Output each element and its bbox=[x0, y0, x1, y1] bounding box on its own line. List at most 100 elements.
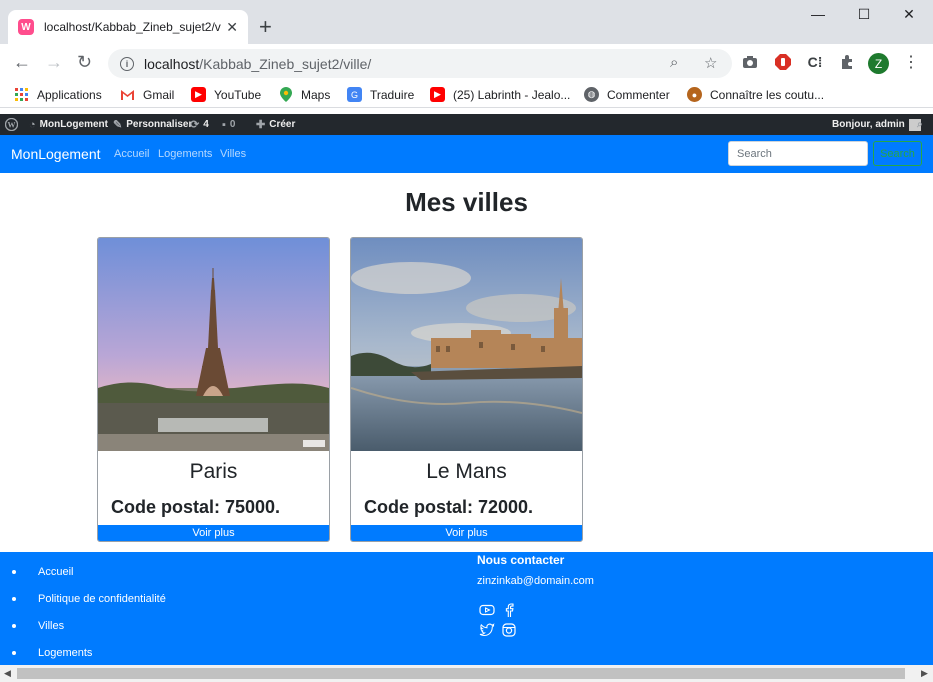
browser-tab[interactable]: W localhost/Kabbab_Zineb_sujet2/v ✕ bbox=[8, 10, 248, 44]
tab-close-icon[interactable]: ✕ bbox=[226, 19, 238, 36]
maximize-icon[interactable]: ☐ bbox=[849, 6, 879, 23]
globe-icon: ◍ bbox=[584, 87, 599, 102]
city-postal-code: Code postal: 75000. bbox=[111, 497, 281, 517]
youtube-icon[interactable] bbox=[479, 602, 495, 618]
bullet bbox=[12, 623, 16, 628]
bullet bbox=[12, 569, 16, 574]
bookmark-commenter[interactable]: ◍ Commenter bbox=[584, 87, 670, 102]
camera-extension-icon[interactable] bbox=[741, 53, 759, 71]
voir-plus-button[interactable]: Voir plus bbox=[98, 525, 329, 541]
gmail-icon bbox=[120, 87, 135, 102]
bookmark-applications[interactable]: Applications bbox=[14, 87, 102, 102]
footer-link-accueil[interactable]: Accueil bbox=[38, 566, 73, 578]
forward-icon[interactable]: → bbox=[45, 52, 63, 73]
site-info-icon[interactable]: i bbox=[120, 56, 134, 71]
footer-links: Accueil Politique de confidentialité Vil… bbox=[12, 558, 166, 666]
nav-link-villes[interactable]: Villes bbox=[220, 148, 246, 160]
minimize-icon[interactable]: — bbox=[803, 6, 833, 22]
menu-kebab-icon[interactable]: ⋮ bbox=[902, 53, 920, 71]
wp-comments-count: 0 bbox=[229, 119, 236, 130]
bookmark-connaitre[interactable]: ● Connaître les coutu... bbox=[687, 87, 824, 102]
plus-icon: ✚ bbox=[256, 119, 266, 131]
profile-avatar[interactable]: Z bbox=[868, 53, 889, 74]
city-name: Le Mans bbox=[426, 460, 507, 483]
le-mans-image bbox=[351, 238, 582, 451]
svg-text:W: W bbox=[8, 121, 16, 130]
bookmark-gmail[interactable]: Gmail bbox=[120, 87, 174, 102]
wp-updates-count: 4 bbox=[203, 119, 209, 130]
bookmark-maps[interactable]: Maps bbox=[278, 87, 330, 102]
footer-link-item: Accueil bbox=[12, 558, 166, 585]
contact-title: Nous contacter bbox=[477, 553, 565, 567]
instagram-icon[interactable] bbox=[501, 622, 517, 638]
wp-account[interactable]: Bonjour, admin bbox=[832, 114, 921, 135]
voir-plus-button[interactable]: Voir plus bbox=[351, 525, 582, 541]
extensions-puzzle-icon[interactable] bbox=[838, 53, 856, 71]
reload-icon[interactable]: ↻ bbox=[77, 52, 92, 73]
twitter-icon[interactable] bbox=[479, 622, 495, 638]
site-navbar: MonLogement Accueil Logements Villes Sea… bbox=[0, 135, 933, 173]
youtube-icon: ▶ bbox=[191, 87, 206, 102]
address-bar[interactable]: i localhost/Kabbab_Zineb_sujet2/ville/ ⌕… bbox=[108, 49, 732, 78]
nav-link-accueil[interactable]: Accueil bbox=[114, 148, 149, 160]
site-footer: Accueil Politique de confidentialité Vil… bbox=[0, 552, 933, 665]
wp-search-icon[interactable]: ⌕ bbox=[917, 114, 923, 135]
wordpress-logo-icon[interactable]: W bbox=[5, 114, 18, 135]
navbar-brand[interactable]: MonLogement bbox=[11, 146, 101, 162]
footer-link-villes[interactable]: Villes bbox=[38, 620, 64, 632]
bookmark-label: Applications bbox=[37, 87, 102, 102]
bookmark-label: Gmail bbox=[143, 87, 175, 102]
wp-new[interactable]: ✚ Créer bbox=[256, 114, 295, 135]
bookmark-label: Maps bbox=[301, 87, 331, 102]
nav-link-logements[interactable]: Logements bbox=[158, 148, 212, 160]
brush-icon: ✎ bbox=[113, 119, 123, 131]
scroll-right-icon[interactable]: ▶ bbox=[921, 668, 928, 679]
new-tab-icon[interactable]: + bbox=[259, 14, 272, 40]
city-card-paris: Paris Code postal: 75000. Voir plus bbox=[97, 237, 330, 542]
scrollbar-thumb[interactable] bbox=[17, 668, 905, 679]
bullet bbox=[12, 650, 16, 655]
facebook-icon[interactable] bbox=[501, 602, 517, 618]
wp-site-name[interactable]: ◔ MonLogement bbox=[29, 114, 108, 135]
zoom-icon[interactable]: ⌕ bbox=[670, 54, 678, 71]
dashboard-icon: ◔ bbox=[29, 118, 36, 131]
contact-email[interactable]: zinzinkab@domain.com bbox=[477, 575, 594, 587]
bookmark-star-icon[interactable]: ☆ bbox=[704, 54, 717, 72]
maps-icon bbox=[278, 87, 293, 102]
c-extension-icon[interactable]: C⁞ bbox=[806, 53, 824, 71]
browser-tabstrip: W localhost/Kabbab_Zineb_sujet2/v ✕ + — … bbox=[0, 0, 933, 44]
bookmarks-bar: Applications Gmail ▶ YouTube Maps G Trad… bbox=[0, 82, 933, 108]
updates-icon: ⟳ bbox=[190, 119, 200, 131]
footer-link-item: Villes bbox=[12, 612, 166, 639]
wp-greeting: Bonjour, admin bbox=[832, 119, 905, 130]
paris-image bbox=[98, 238, 329, 451]
search-button[interactable]: Search bbox=[873, 141, 922, 166]
translate-icon: G bbox=[347, 87, 362, 102]
footer-link-item: Logements bbox=[12, 639, 166, 666]
search-input[interactable] bbox=[728, 141, 868, 166]
footer-link-logements[interactable]: Logements bbox=[38, 647, 92, 659]
wp-customize-label: Personnaliser bbox=[126, 119, 193, 130]
bookmark-label: YouTube bbox=[214, 87, 262, 102]
bookmark-traduire[interactable]: G Traduire bbox=[347, 87, 414, 102]
horizontal-scrollbar[interactable]: ◀ ▶ bbox=[0, 665, 933, 682]
tab-title: localhost/Kabbab_Zineb_sujet2/v bbox=[44, 20, 221, 34]
wp-customize[interactable]: ✎ Personnaliser bbox=[113, 114, 192, 135]
wp-comments[interactable]: ▪ 0 bbox=[222, 114, 235, 135]
apps-grid-icon bbox=[14, 87, 29, 102]
scroll-left-icon[interactable]: ◀ bbox=[4, 668, 11, 679]
bookmark-labrinth[interactable]: ▶ (25) Labrinth - Jealo... bbox=[430, 87, 570, 102]
back-icon[interactable]: ← bbox=[13, 52, 31, 73]
bookmark-youtube[interactable]: ▶ YouTube bbox=[191, 87, 261, 102]
browser-toolbar: ← → ↻ i localhost/Kabbab_Zineb_sujet2/vi… bbox=[0, 44, 933, 82]
bullet bbox=[12, 596, 16, 601]
footer-link-politique[interactable]: Politique de confidentialité bbox=[38, 593, 166, 605]
wp-site-label: MonLogement bbox=[39, 119, 108, 130]
city-postal-code: Code postal: 72000. bbox=[364, 497, 534, 517]
adblock-extension-icon[interactable] bbox=[774, 53, 792, 71]
window-close-icon[interactable]: ✕ bbox=[894, 6, 924, 23]
footer-link-item: Politique de confidentialité bbox=[12, 585, 166, 612]
wp-updates[interactable]: ⟳ 4 bbox=[190, 114, 209, 135]
wamp-favicon-icon: W bbox=[18, 19, 34, 35]
bookmark-label: Connaître les coutu... bbox=[710, 87, 825, 102]
